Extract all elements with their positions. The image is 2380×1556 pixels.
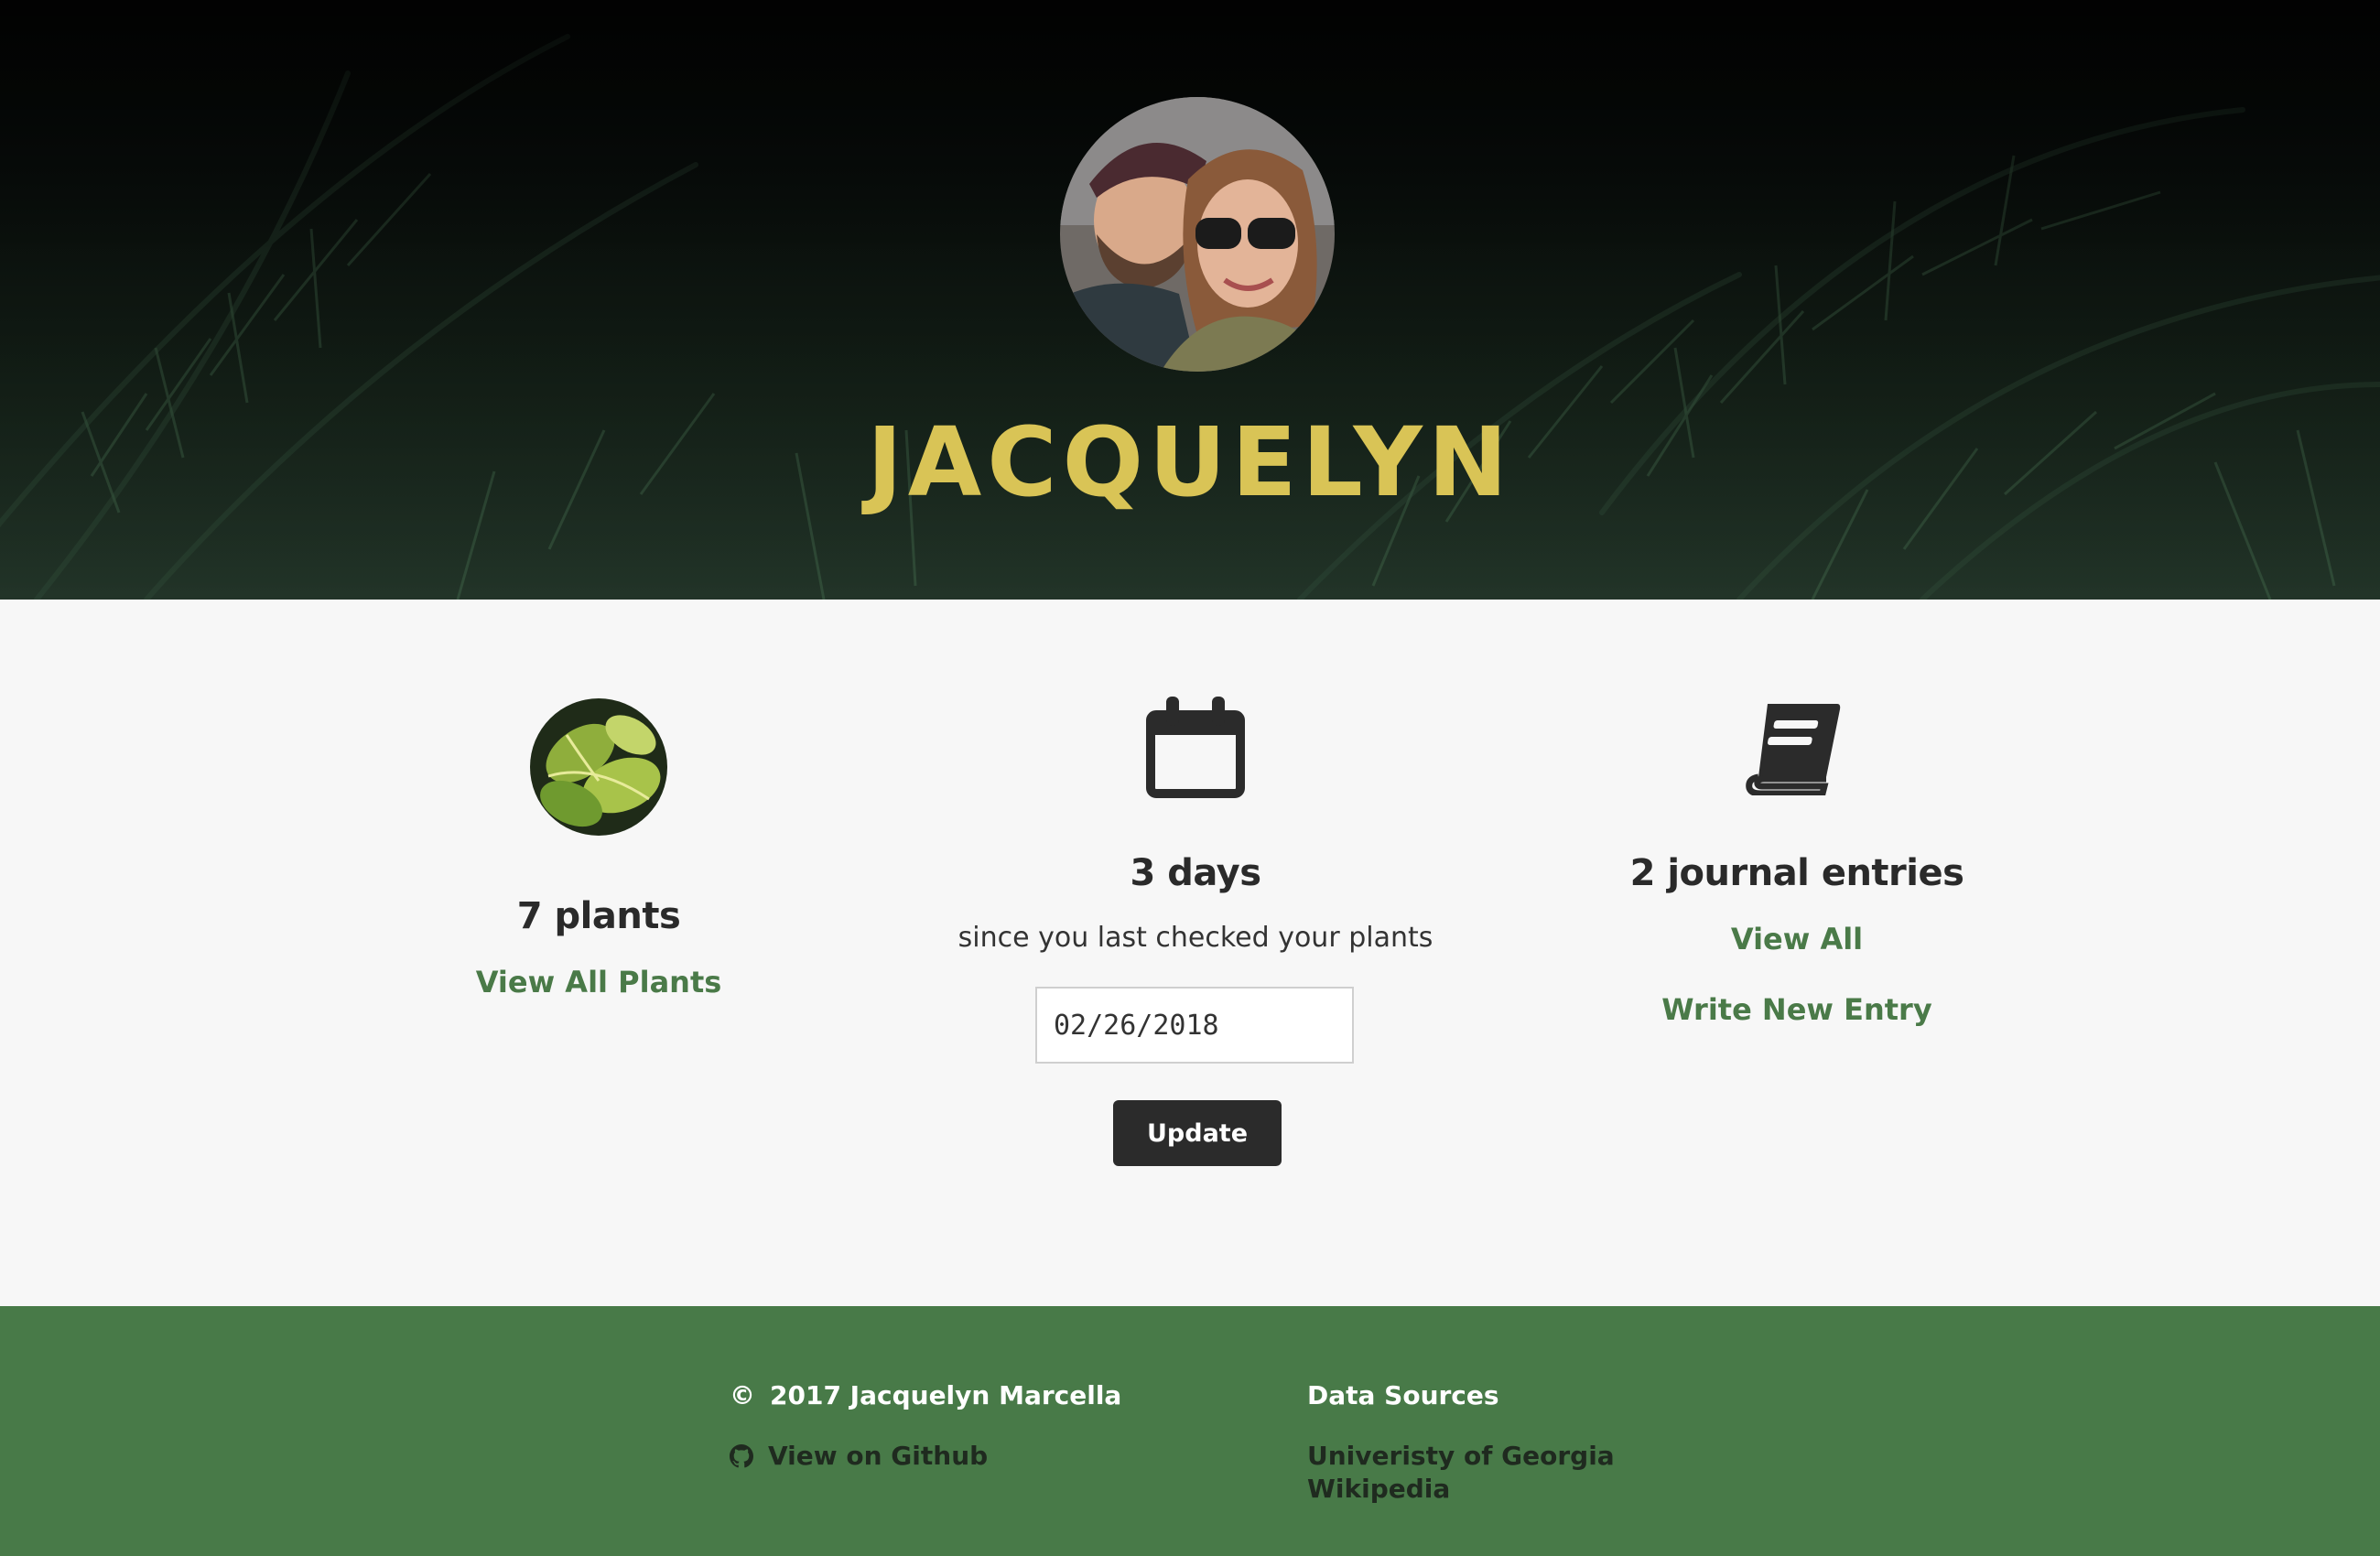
days-subtitle: since you last checked your plants: [957, 922, 1433, 954]
last-checked-date-input[interactable]: [1035, 987, 1354, 1064]
plant-thumbnail: [530, 698, 667, 836]
copyright-line: © 2017 Jacquelyn Marcella: [730, 1379, 1121, 1412]
write-new-entry-link[interactable]: Write New Entry: [1477, 989, 2117, 1030]
copyright-text: 2017 Jacquelyn Marcella: [770, 1380, 1122, 1410]
data-sources-heading: Data Sources: [1307, 1380, 1499, 1410]
source-link-uga[interactable]: Univeristy of Georgia: [1307, 1440, 1615, 1473]
github-link[interactable]: View on Github: [730, 1440, 988, 1473]
profile-avatar: [1060, 97, 1335, 372]
hero-banner: JACQUELYN: [0, 0, 2380, 600]
profile-name: JACQUELYN: [867, 406, 1513, 518]
view-all-plants-link[interactable]: View All Plants: [278, 962, 919, 1002]
source-link-wikipedia[interactable]: Wikipedia: [1307, 1473, 1450, 1506]
copyright-icon: ©: [730, 1380, 755, 1410]
book-icon: [1746, 704, 1841, 795]
days-since-check: 3 days: [1130, 852, 1261, 894]
github-icon: [730, 1444, 754, 1468]
stats-section: 7 plants View All Plants 3 days since yo…: [0, 600, 2380, 1306]
github-link-label: View on Github: [768, 1441, 989, 1471]
calendar-icon: [1146, 697, 1245, 798]
site-footer: © 2017 Jacquelyn Marcella View on Github …: [0, 1306, 2380, 1556]
plants-count: 7 plants: [516, 895, 681, 937]
view-all-entries-link[interactable]: View All: [1477, 919, 2117, 959]
journal-count: 2 journal entries: [1629, 852, 1964, 894]
update-button[interactable]: Update: [1113, 1100, 1282, 1166]
page: JACQUELYN 7 plants View All Plants 3 day…: [0, 0, 2380, 1556]
